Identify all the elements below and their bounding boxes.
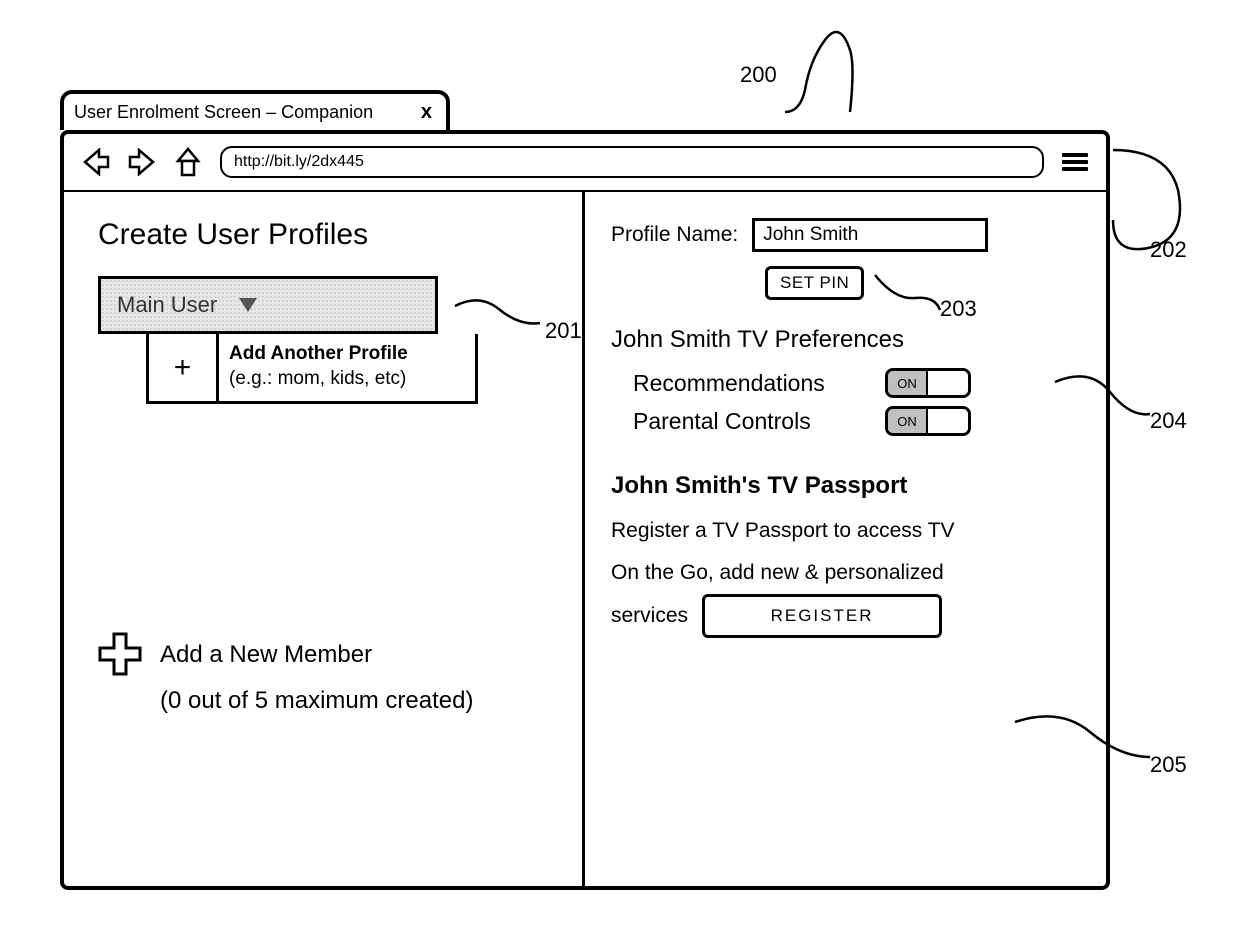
tv-passport-heading: John Smith's TV Passport xyxy=(611,472,1072,500)
add-member-button[interactable]: Add a New Member (0 out of 5 maximum cre… xyxy=(98,632,473,723)
left-pane: Create User Profiles Main User + Add Ano… xyxy=(64,192,585,886)
main-user-dropdown[interactable]: Main User xyxy=(98,276,438,334)
profile-name-input[interactable]: John Smith xyxy=(752,218,988,252)
callout-204: 204 xyxy=(1150,408,1187,434)
profile-name-label: Profile Name: xyxy=(611,223,738,247)
callout-203: 203 xyxy=(940,296,977,322)
browser-window: http://bit.ly/2dx445 Create User Profile… xyxy=(60,130,1110,890)
toggle-on-label: ON xyxy=(888,371,928,395)
toggle-off-half xyxy=(928,371,968,395)
passport-text-1: Register a TV Passport to access TV xyxy=(611,510,1072,552)
add-profile-hint: (e.g.: mom, kids, etc) xyxy=(229,367,465,392)
right-pane: Profile Name: John Smith SET PIN John Sm… xyxy=(585,192,1106,886)
parental-controls-toggle[interactable]: ON xyxy=(885,406,971,436)
close-icon[interactable]: x xyxy=(417,101,436,124)
add-another-profile[interactable]: + Add Another Profile (e.g.: mom, kids, … xyxy=(146,334,478,404)
main-user-label: Main User xyxy=(117,292,217,318)
home-icon[interactable] xyxy=(174,147,202,177)
toggle-on-label: ON xyxy=(888,409,928,433)
page-title: Create User Profiles xyxy=(98,218,548,252)
back-icon[interactable] xyxy=(82,148,110,176)
callout-202: 202 xyxy=(1150,237,1187,263)
add-member-count: (0 out of 5 maximum created) xyxy=(160,678,473,724)
url-input[interactable]: http://bit.ly/2dx445 xyxy=(220,146,1044,178)
callout-201: 201 xyxy=(545,318,582,344)
tv-preferences-heading: John Smith TV Preferences xyxy=(611,326,1072,354)
tab-title: User Enrolment Screen – Companion xyxy=(74,102,417,123)
menu-icon[interactable] xyxy=(1062,150,1088,174)
parental-controls-label: Parental Controls xyxy=(633,408,873,435)
recommendations-toggle[interactable]: ON xyxy=(885,368,971,398)
callout-205: 205 xyxy=(1150,752,1187,778)
register-button[interactable]: REGISTER xyxy=(702,594,942,638)
chevron-down-icon xyxy=(239,298,257,312)
add-profile-title: Add Another Profile xyxy=(229,342,465,367)
plus-outline-icon xyxy=(98,632,142,676)
passport-text-2: On the Go, add new & personalized xyxy=(611,552,1072,594)
forward-icon[interactable] xyxy=(128,148,156,176)
callout-200: 200 xyxy=(740,62,777,88)
toggle-off-half xyxy=(928,409,968,433)
profile-name-value: John Smith xyxy=(763,224,858,246)
browser-tab[interactable]: User Enrolment Screen – Companion x xyxy=(60,90,450,130)
recommendations-label: Recommendations xyxy=(633,370,873,397)
toolbar: http://bit.ly/2dx445 xyxy=(64,134,1106,192)
add-member-label: Add a New Member xyxy=(160,632,473,678)
plus-icon: + xyxy=(149,334,219,401)
url-text: http://bit.ly/2dx445 xyxy=(234,153,364,171)
set-pin-button[interactable]: SET PIN xyxy=(765,266,864,300)
passport-text-3: services xyxy=(611,595,688,637)
